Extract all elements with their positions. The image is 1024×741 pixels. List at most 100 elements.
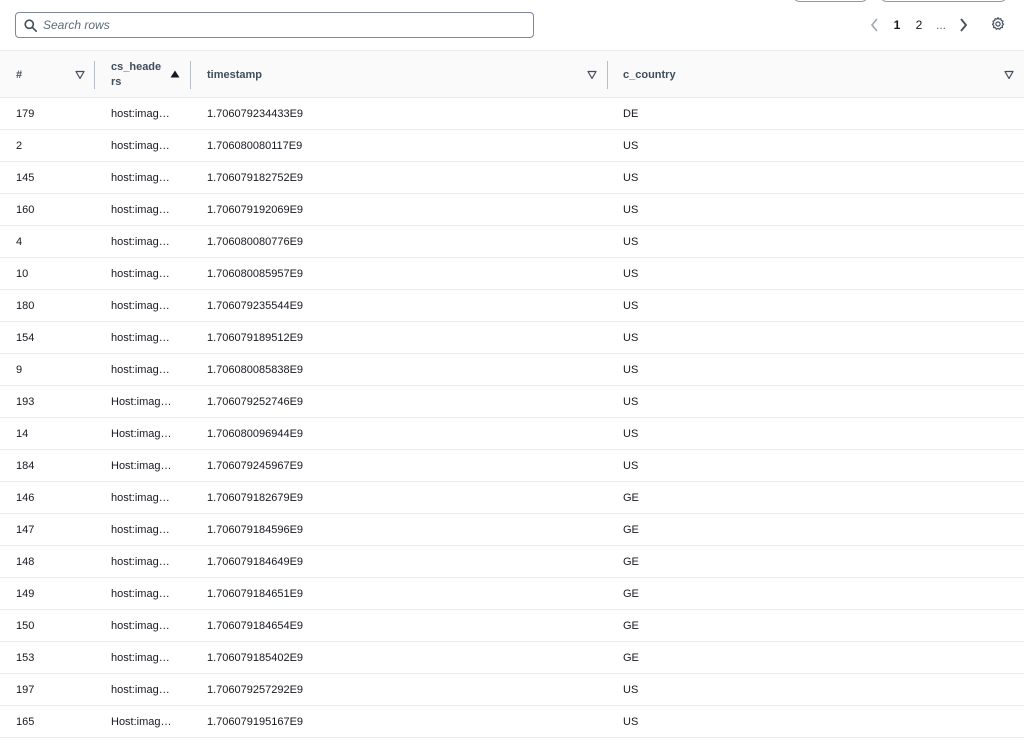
table-row[interactable]: 165 Host:imag… 1.706079195167E9 US xyxy=(0,706,1024,738)
cell-country: GE xyxy=(623,556,639,568)
table-row[interactable]: 148 host:imag… 1.706079184649E9 GE xyxy=(0,546,1024,578)
cell-cs-headers: host:imag… xyxy=(111,588,170,600)
cell-country: US xyxy=(623,172,639,184)
pagination-ellipsis: ... xyxy=(935,18,946,32)
cell-cs-headers: host:imag… xyxy=(111,364,170,376)
cell-cs-headers: Host:imag… xyxy=(111,460,172,472)
table-row[interactable]: 160 host:imag… 1.706079192069E9 US xyxy=(0,194,1024,226)
cell-row-number: 153 xyxy=(16,652,35,664)
cell-row-number: 147 xyxy=(16,524,35,536)
cell-country: US xyxy=(623,684,639,696)
cell-row-number: 146 xyxy=(16,492,35,504)
cell-cs-headers: host:imag… xyxy=(111,172,170,184)
table-row[interactable]: 154 host:imag… 1.706079189512E9 US xyxy=(0,322,1024,354)
cell-timestamp: 1.706079234433E9 xyxy=(207,108,304,120)
cell-row-number: 4 xyxy=(16,236,23,248)
cell-country: GE xyxy=(623,620,639,632)
cell-row-number: 193 xyxy=(16,396,35,408)
cell-row-number: 149 xyxy=(16,588,35,600)
table-row[interactable]: 149 host:imag… 1.706079184651E9 GE xyxy=(0,578,1024,610)
cell-country: US xyxy=(623,460,639,472)
cell-country: DE xyxy=(623,108,639,120)
cell-timestamp: 1.706079192069E9 xyxy=(207,204,304,216)
table-row[interactable]: 150 host:imag… 1.706079184654E9 GE xyxy=(0,610,1024,642)
table-row[interactable]: 147 host:imag… 1.706079184596E9 GE xyxy=(0,514,1024,546)
cell-row-number: 10 xyxy=(16,268,29,280)
cell-row-number: 145 xyxy=(16,172,35,184)
table-row[interactable]: 10 host:imag… 1.706080085957E9 US xyxy=(0,258,1024,290)
cell-country: US xyxy=(623,140,639,152)
table-row[interactable]: 153 host:imag… 1.706079185402E9 GE xyxy=(0,642,1024,674)
column-header-cs-headers[interactable]: cs_heade rs xyxy=(95,51,191,99)
cell-row-number: 160 xyxy=(16,204,35,216)
column-label-timestamp: timestamp xyxy=(207,69,263,81)
cell-cs-headers: host:imag… xyxy=(111,300,170,312)
table-row[interactable]: 9 host:imag… 1.706080085838E9 US xyxy=(0,354,1024,386)
cell-timestamp: 1.706079182752E9 xyxy=(207,172,304,184)
cell-timestamp: 1.706079184654E9 xyxy=(207,620,304,632)
filter-icon[interactable] xyxy=(587,70,597,80)
table-row[interactable]: 193 Host:imag… 1.706079252746E9 US xyxy=(0,386,1024,418)
cell-timestamp: 1.706079189512E9 xyxy=(207,332,304,344)
cell-timestamp: 1.706079185402E9 xyxy=(207,652,304,664)
cell-timestamp: 1.706079184651E9 xyxy=(207,588,304,600)
next-page-button[interactable] xyxy=(952,13,974,37)
column-label-c-country: c_country xyxy=(623,69,676,81)
column-header-c-country[interactable]: c_country xyxy=(608,51,1024,99)
column-header-timestamp[interactable]: timestamp xyxy=(191,51,608,99)
cell-country: US xyxy=(623,716,639,728)
cell-cs-headers: host:imag… xyxy=(111,140,170,152)
cell-timestamp: 1.706079184596E9 xyxy=(207,524,304,536)
cell-row-number: 165 xyxy=(16,716,35,728)
cell-cs-headers: host:imag… xyxy=(111,556,170,568)
table-row[interactable]: 14 Host:imag… 1.706080096944E9 US xyxy=(0,418,1024,450)
cell-timestamp: 1.706079257292E9 xyxy=(207,684,304,696)
page-2-button[interactable]: 2 xyxy=(908,18,930,32)
cell-country: US xyxy=(623,396,639,408)
cell-country: US xyxy=(623,204,639,216)
filter-icon[interactable] xyxy=(1004,70,1014,80)
cell-country: US xyxy=(623,428,639,440)
table-row[interactable]: 197 host:imag… 1.706079257292E9 US xyxy=(0,674,1024,706)
cell-timestamp: 1.706079182679E9 xyxy=(207,492,304,504)
cell-cs-headers: host:imag… xyxy=(111,652,170,664)
table-row[interactable]: 179 host:imag… 1.706079234433E9 DE xyxy=(0,98,1024,130)
cell-country: GE xyxy=(623,524,639,536)
column-label-num: # xyxy=(16,69,23,81)
cell-cs-headers: host:imag… xyxy=(111,108,170,120)
table-header: # cs_heade rs timestamp c_country xyxy=(0,50,1024,98)
cell-row-number: 184 xyxy=(16,460,35,472)
cell-cs-headers: host:imag… xyxy=(111,268,170,280)
search-input[interactable] xyxy=(43,18,523,32)
table-row[interactable]: 146 host:imag… 1.706079182679E9 GE xyxy=(0,482,1024,514)
cell-timestamp: 1.706079184649E9 xyxy=(207,556,304,568)
cell-timestamp: 1.706080085838E9 xyxy=(207,364,304,376)
cell-country: GE xyxy=(623,588,639,600)
filter-icon[interactable] xyxy=(75,70,85,80)
cell-cs-headers: host:imag… xyxy=(111,524,170,536)
cell-row-number: 154 xyxy=(16,332,35,344)
sort-ascending-icon[interactable] xyxy=(170,69,180,79)
cell-cs-headers: Host:imag… xyxy=(111,396,172,408)
cell-country: US xyxy=(623,364,639,376)
table-row[interactable]: 4 host:imag… 1.706080080776E9 US xyxy=(0,226,1024,258)
gear-icon[interactable] xyxy=(990,16,1006,32)
cell-cs-headers: host:imag… xyxy=(111,620,170,632)
cell-row-number: 14 xyxy=(16,428,29,440)
cell-cs-headers: host:imag… xyxy=(111,332,170,344)
cell-timestamp: 1.706079245967E9 xyxy=(207,460,304,472)
table-row[interactable]: 145 host:imag… 1.706079182752E9 US xyxy=(0,162,1024,194)
page-1-button[interactable]: 1 xyxy=(886,18,908,32)
cell-timestamp: 1.706080096944E9 xyxy=(207,428,304,440)
cell-row-number: 197 xyxy=(16,684,35,696)
search-box[interactable] xyxy=(15,12,534,38)
previous-page-button[interactable] xyxy=(864,13,886,37)
table-row[interactable]: 2 host:imag… 1.706080080117E9 US xyxy=(0,130,1024,162)
cell-country: US xyxy=(623,332,639,344)
cell-country: GE xyxy=(623,492,639,504)
table-row[interactable]: 180 host:imag… 1.706079235544E9 US xyxy=(0,290,1024,322)
column-label-cs-headers: cs_heade rs xyxy=(111,60,161,90)
column-header-num[interactable]: # xyxy=(0,51,95,99)
table-row[interactable]: 184 Host:imag… 1.706079245967E9 US xyxy=(0,450,1024,482)
cell-timestamp: 1.706079252746E9 xyxy=(207,396,304,408)
